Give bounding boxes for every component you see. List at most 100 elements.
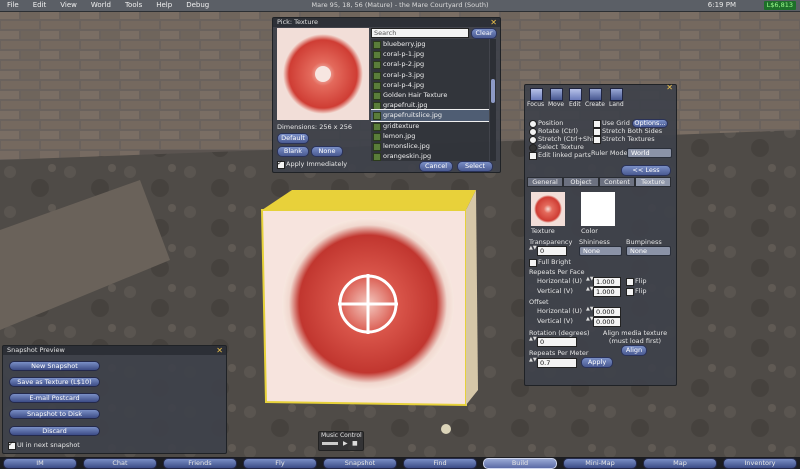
close-icon[interactable]: ✕ [216, 346, 223, 355]
shininess-label: Shininess [579, 238, 610, 246]
flip-u-checkbox[interactable] [626, 278, 634, 286]
texture-item-label: coral-p-2.jpg [383, 60, 425, 69]
snapshot-preview-floater: Snapshot Preview ✕ New Snapshot Save as … [2, 345, 227, 454]
menu-file[interactable]: File [0, 0, 26, 11]
stop-icon[interactable]: ■ [352, 440, 358, 447]
texture-icon [373, 102, 381, 111]
chat-button[interactable]: Chat [83, 458, 157, 469]
menu-tools[interactable]: Tools [118, 0, 149, 11]
menu-world[interactable]: World [84, 0, 118, 11]
focus-tool-icon[interactable] [530, 88, 543, 101]
offset-v-spinner-icon[interactable]: ▲▼ [586, 317, 594, 325]
save-as-texture-button[interactable]: Save as Texture (L$10) [9, 377, 100, 387]
texture-item[interactable]: coral-p-2.jpg [371, 59, 489, 70]
align-button[interactable]: Align [621, 345, 647, 356]
create-tool-icon[interactable] [589, 88, 602, 101]
edit-tool-icon[interactable] [569, 88, 582, 101]
offset-u-field[interactable]: 0.000 [593, 307, 621, 317]
transparency-spinner-icon[interactable]: ▲▼ [529, 246, 537, 254]
scrollbar-thumb[interactable] [491, 79, 495, 103]
default-button[interactable]: Default [277, 133, 309, 144]
bumpiness-select[interactable]: None [626, 246, 671, 256]
apply-button[interactable]: Apply [581, 357, 613, 368]
repeats-per-meter-spinner-icon[interactable]: ▲▼ [529, 358, 537, 366]
flip-v-checkbox[interactable] [626, 288, 634, 296]
volume-slider-icon[interactable] [322, 442, 338, 445]
texture-item[interactable]: orangeskin.jpg [371, 151, 489, 161]
repeats-per-meter-field[interactable]: 0.7 [537, 358, 577, 368]
close-icon[interactable]: ✕ [490, 18, 497, 27]
inventory-button[interactable]: Inventory [723, 458, 797, 469]
build-button[interactable]: Build [483, 458, 557, 469]
horizontal-u-spinner-icon[interactable]: ▲▼ [586, 277, 594, 285]
texture-icon [373, 122, 381, 131]
play-icon[interactable]: ▶ [343, 440, 348, 447]
less-button[interactable]: << Less [621, 165, 671, 176]
select-button[interactable]: Select [457, 161, 493, 172]
tab-object[interactable]: Object [563, 177, 599, 187]
new-snapshot-button[interactable]: New Snapshot [9, 361, 100, 371]
map-button[interactable]: Map [643, 458, 717, 469]
tab-content[interactable]: Content [599, 177, 635, 187]
texture-icon [373, 41, 381, 49]
blank-button[interactable]: Blank [277, 146, 309, 157]
rotation-spinner-icon[interactable]: ▲▼ [529, 337, 537, 345]
position-radio[interactable] [529, 120, 537, 128]
horizontal-u-field[interactable]: 1.000 [593, 277, 621, 287]
tab-general[interactable]: General [527, 177, 563, 187]
rotate-radio[interactable] [529, 128, 537, 136]
vertical-v-field[interactable]: 1.000 [593, 287, 621, 297]
vertical-v-spinner-icon[interactable]: ▲▼ [586, 287, 594, 295]
mini-map-button[interactable]: Mini-Map [563, 458, 637, 469]
select-texture-radio[interactable] [529, 144, 537, 152]
texture-item[interactable]: coral-p-3.jpg [371, 70, 489, 80]
rotation-field[interactable]: 0 [537, 337, 577, 347]
transparency-field[interactable]: 0 [537, 246, 567, 256]
texture-item[interactable]: coral-p-4.jpg [371, 80, 489, 90]
texture-search-input[interactable]: Search [371, 28, 469, 38]
full-bright-checkbox[interactable] [529, 259, 537, 267]
color-swatch[interactable] [581, 192, 615, 226]
location-readout[interactable]: Mare 95, 18, 56 (Mature) - the Mare Cour… [215, 0, 585, 11]
menu-help[interactable]: Help [149, 0, 179, 11]
menu-edit[interactable]: Edit [26, 0, 54, 11]
close-icon[interactable]: ✕ [666, 83, 673, 92]
tab-texture[interactable]: Texture [635, 177, 671, 187]
move-tool-icon[interactable] [550, 88, 563, 101]
texture-item[interactable]: grapefruit.jpg [371, 100, 489, 111]
find-button[interactable]: Find [403, 458, 477, 469]
use-grid-checkbox[interactable] [593, 120, 601, 128]
stretch-both-checkbox[interactable] [593, 128, 601, 136]
texture-list-scrollbar[interactable] [490, 39, 496, 161]
texture-item[interactable]: Golden Hair Texture [371, 90, 489, 100]
texture-item[interactable]: blueberry.jpg [371, 39, 489, 49]
texture-item-selected[interactable]: grapefruitslice.jpg [371, 109, 489, 122]
menu-debug[interactable]: Debug [179, 0, 216, 11]
menu-view[interactable]: View [53, 0, 84, 11]
texture-item[interactable]: lemon.jpg [371, 131, 489, 141]
shininess-select[interactable]: None [579, 246, 622, 256]
texture-item-label: grapefruit.jpg [383, 101, 428, 110]
snapshot-button[interactable]: Snapshot [323, 458, 397, 469]
email-postcard-button[interactable]: E-mail Postcard [9, 393, 100, 403]
ruler-mode-select[interactable]: World [627, 148, 672, 158]
texture-swatch[interactable] [531, 192, 565, 226]
fly-button[interactable]: Fly [243, 458, 317, 469]
texture-item[interactable]: coral-p-1.jpg [371, 49, 489, 60]
offset-u-spinner-icon[interactable]: ▲▼ [586, 307, 594, 315]
texture-item[interactable]: lemonslice.jpg [371, 141, 489, 151]
none-button[interactable]: None [311, 146, 343, 157]
balance-badge[interactable]: L$6,813 [763, 1, 796, 10]
stretch-radio[interactable] [529, 136, 537, 144]
land-tool-icon[interactable] [610, 88, 623, 101]
clear-button[interactable]: Clear [471, 28, 497, 39]
friends-button[interactable]: Friends [163, 458, 237, 469]
discard-button[interactable]: Discard [9, 426, 100, 436]
offset-v-field[interactable]: 0.000 [593, 317, 621, 327]
texture-item[interactable]: gridtexture [371, 121, 489, 131]
im-button[interactable]: IM [3, 458, 77, 469]
edit-linked-checkbox[interactable] [529, 152, 537, 160]
cancel-button[interactable]: Cancel [419, 161, 453, 172]
stretch-textures-checkbox[interactable] [593, 136, 601, 144]
snapshot-to-disk-button[interactable]: Snapshot to Disk [9, 409, 100, 419]
